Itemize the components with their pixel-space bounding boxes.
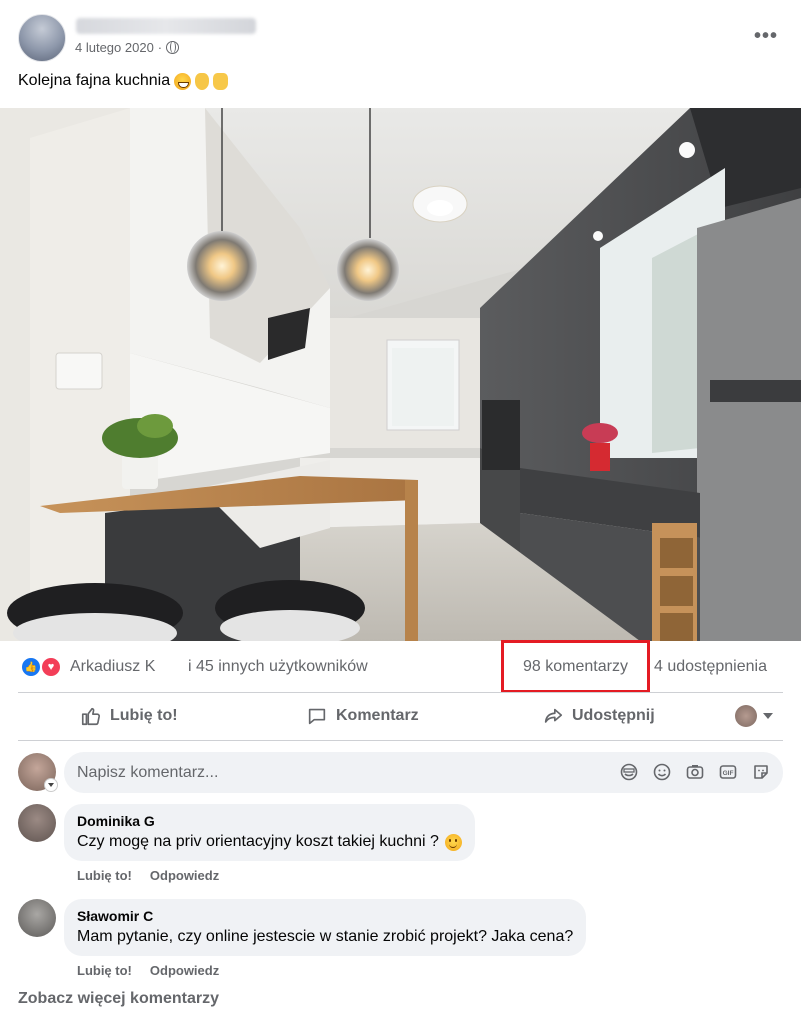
share-arrow-icon	[544, 708, 563, 723]
commenter-avatar[interactable]	[18, 899, 56, 937]
reaction-first-name[interactable]: Arkadiusz K	[70, 658, 155, 676]
meta-separator: ·	[157, 40, 163, 55]
camera-icon[interactable]	[685, 762, 705, 782]
comment-bubble: Dominika G Czy mogę na priv orientacyjny…	[64, 804, 475, 861]
comment-button-label: Komentarz	[336, 707, 419, 724]
comment-actions: Lubię to! Odpowiedz	[77, 868, 219, 883]
chevron-down-icon[interactable]	[44, 778, 58, 792]
commenter-name[interactable]: Dominika G	[77, 813, 462, 829]
love-reaction-icon: ♥	[40, 656, 62, 678]
comment-text-content: Mam pytanie, czy online jestescie w stan…	[77, 928, 574, 945]
kitchen-photo	[0, 108, 801, 641]
grin-icon	[174, 72, 192, 90]
avatar-sticker-icon[interactable]	[619, 762, 639, 782]
comment-text: Mam pytanie, czy online jestescie w stan…	[77, 928, 573, 946]
reaction-others[interactable]: i 45 innych użytkowników	[188, 658, 368, 676]
sticker-icon[interactable]	[751, 762, 771, 782]
audience-avatar	[735, 705, 757, 727]
share-button-label: Udostępnij	[572, 707, 655, 724]
comment-reply-link[interactable]: Odpowiedz	[150, 868, 219, 883]
post-header: 4 lutego 2020 · •••	[18, 14, 788, 64]
comments-count-label: 98 komentarzy	[523, 657, 628, 675]
comment-text: Czy mogę na priv orientacyjny koszt taki…	[77, 833, 462, 851]
commenter-avatar[interactable]	[18, 804, 56, 842]
shares-count-link[interactable]: 4 udostępnienia	[654, 658, 767, 676]
comment-like-link[interactable]: Lubię to!	[77, 963, 132, 978]
like-button[interactable]: Lubię to!	[80, 694, 178, 738]
smile-emoji-icon	[444, 833, 462, 851]
share-button[interactable]: Udostępnij	[542, 694, 655, 738]
facebook-post: 4 lutego 2020 · ••• Kolejna fajna kuchni…	[0, 0, 805, 1024]
reaction-icons[interactable]: 👍 ♥	[20, 656, 66, 678]
comment-like-link[interactable]: Lubię to!	[77, 868, 132, 883]
post-meta: 4 lutego 2020 ·	[75, 40, 180, 55]
divider	[18, 692, 783, 693]
globe-icon[interactable]	[166, 41, 180, 54]
ok-hand-icon	[195, 72, 210, 90]
post-photo[interactable]	[0, 108, 801, 641]
post-date[interactable]: 4 lutego 2020	[75, 40, 154, 55]
like-reaction-icon: 👍	[20, 656, 42, 678]
comment-button[interactable]: Komentarz	[306, 694, 419, 738]
page-avatar[interactable]	[18, 14, 66, 62]
gif-icon[interactable]: GIF	[718, 762, 738, 782]
comment-composer: GIF	[18, 752, 783, 794]
comment-bubble: Sławomir C Mam pytanie, czy online jeste…	[64, 899, 587, 956]
comment-bubble-icon	[308, 708, 326, 725]
comment-actions: Lubię to! Odpowiedz	[77, 963, 219, 978]
commenter-name[interactable]: Sławomir C	[77, 908, 573, 924]
svg-text:GIF: GIF	[723, 770, 734, 777]
like-button-label: Lubię to!	[110, 707, 178, 724]
composer-tools: GIF	[619, 762, 771, 782]
caret-down-icon	[763, 713, 773, 719]
post-text-content: Kolejna fajna kuchnia	[18, 72, 171, 89]
thumbs-up-outline-icon	[81, 707, 101, 726]
post-actions: Lubię to! Komentarz Udostępnij	[18, 694, 783, 738]
author-name-blurred[interactable]	[76, 18, 256, 34]
comment-reply-link[interactable]: Odpowiedz	[150, 963, 219, 978]
audience-selector[interactable]	[735, 705, 773, 727]
view-more-comments-link[interactable]: Zobacz więcej komentarzy	[18, 990, 219, 1008]
comments-count-link[interactable]: 98 komentarzy	[501, 640, 650, 693]
comment-text-content: Czy mogę na priv orientacyjny koszt taki…	[77, 833, 439, 850]
post-text: Kolejna fajna kuchnia	[18, 72, 229, 90]
reactions-bar: 👍 ♥ Arkadiusz K i 45 innych użytkowników…	[18, 640, 788, 693]
more-options-icon[interactable]: •••	[750, 20, 782, 52]
divider	[18, 740, 783, 741]
thumbs-up-icon	[213, 72, 229, 90]
emoji-icon[interactable]	[652, 762, 672, 782]
